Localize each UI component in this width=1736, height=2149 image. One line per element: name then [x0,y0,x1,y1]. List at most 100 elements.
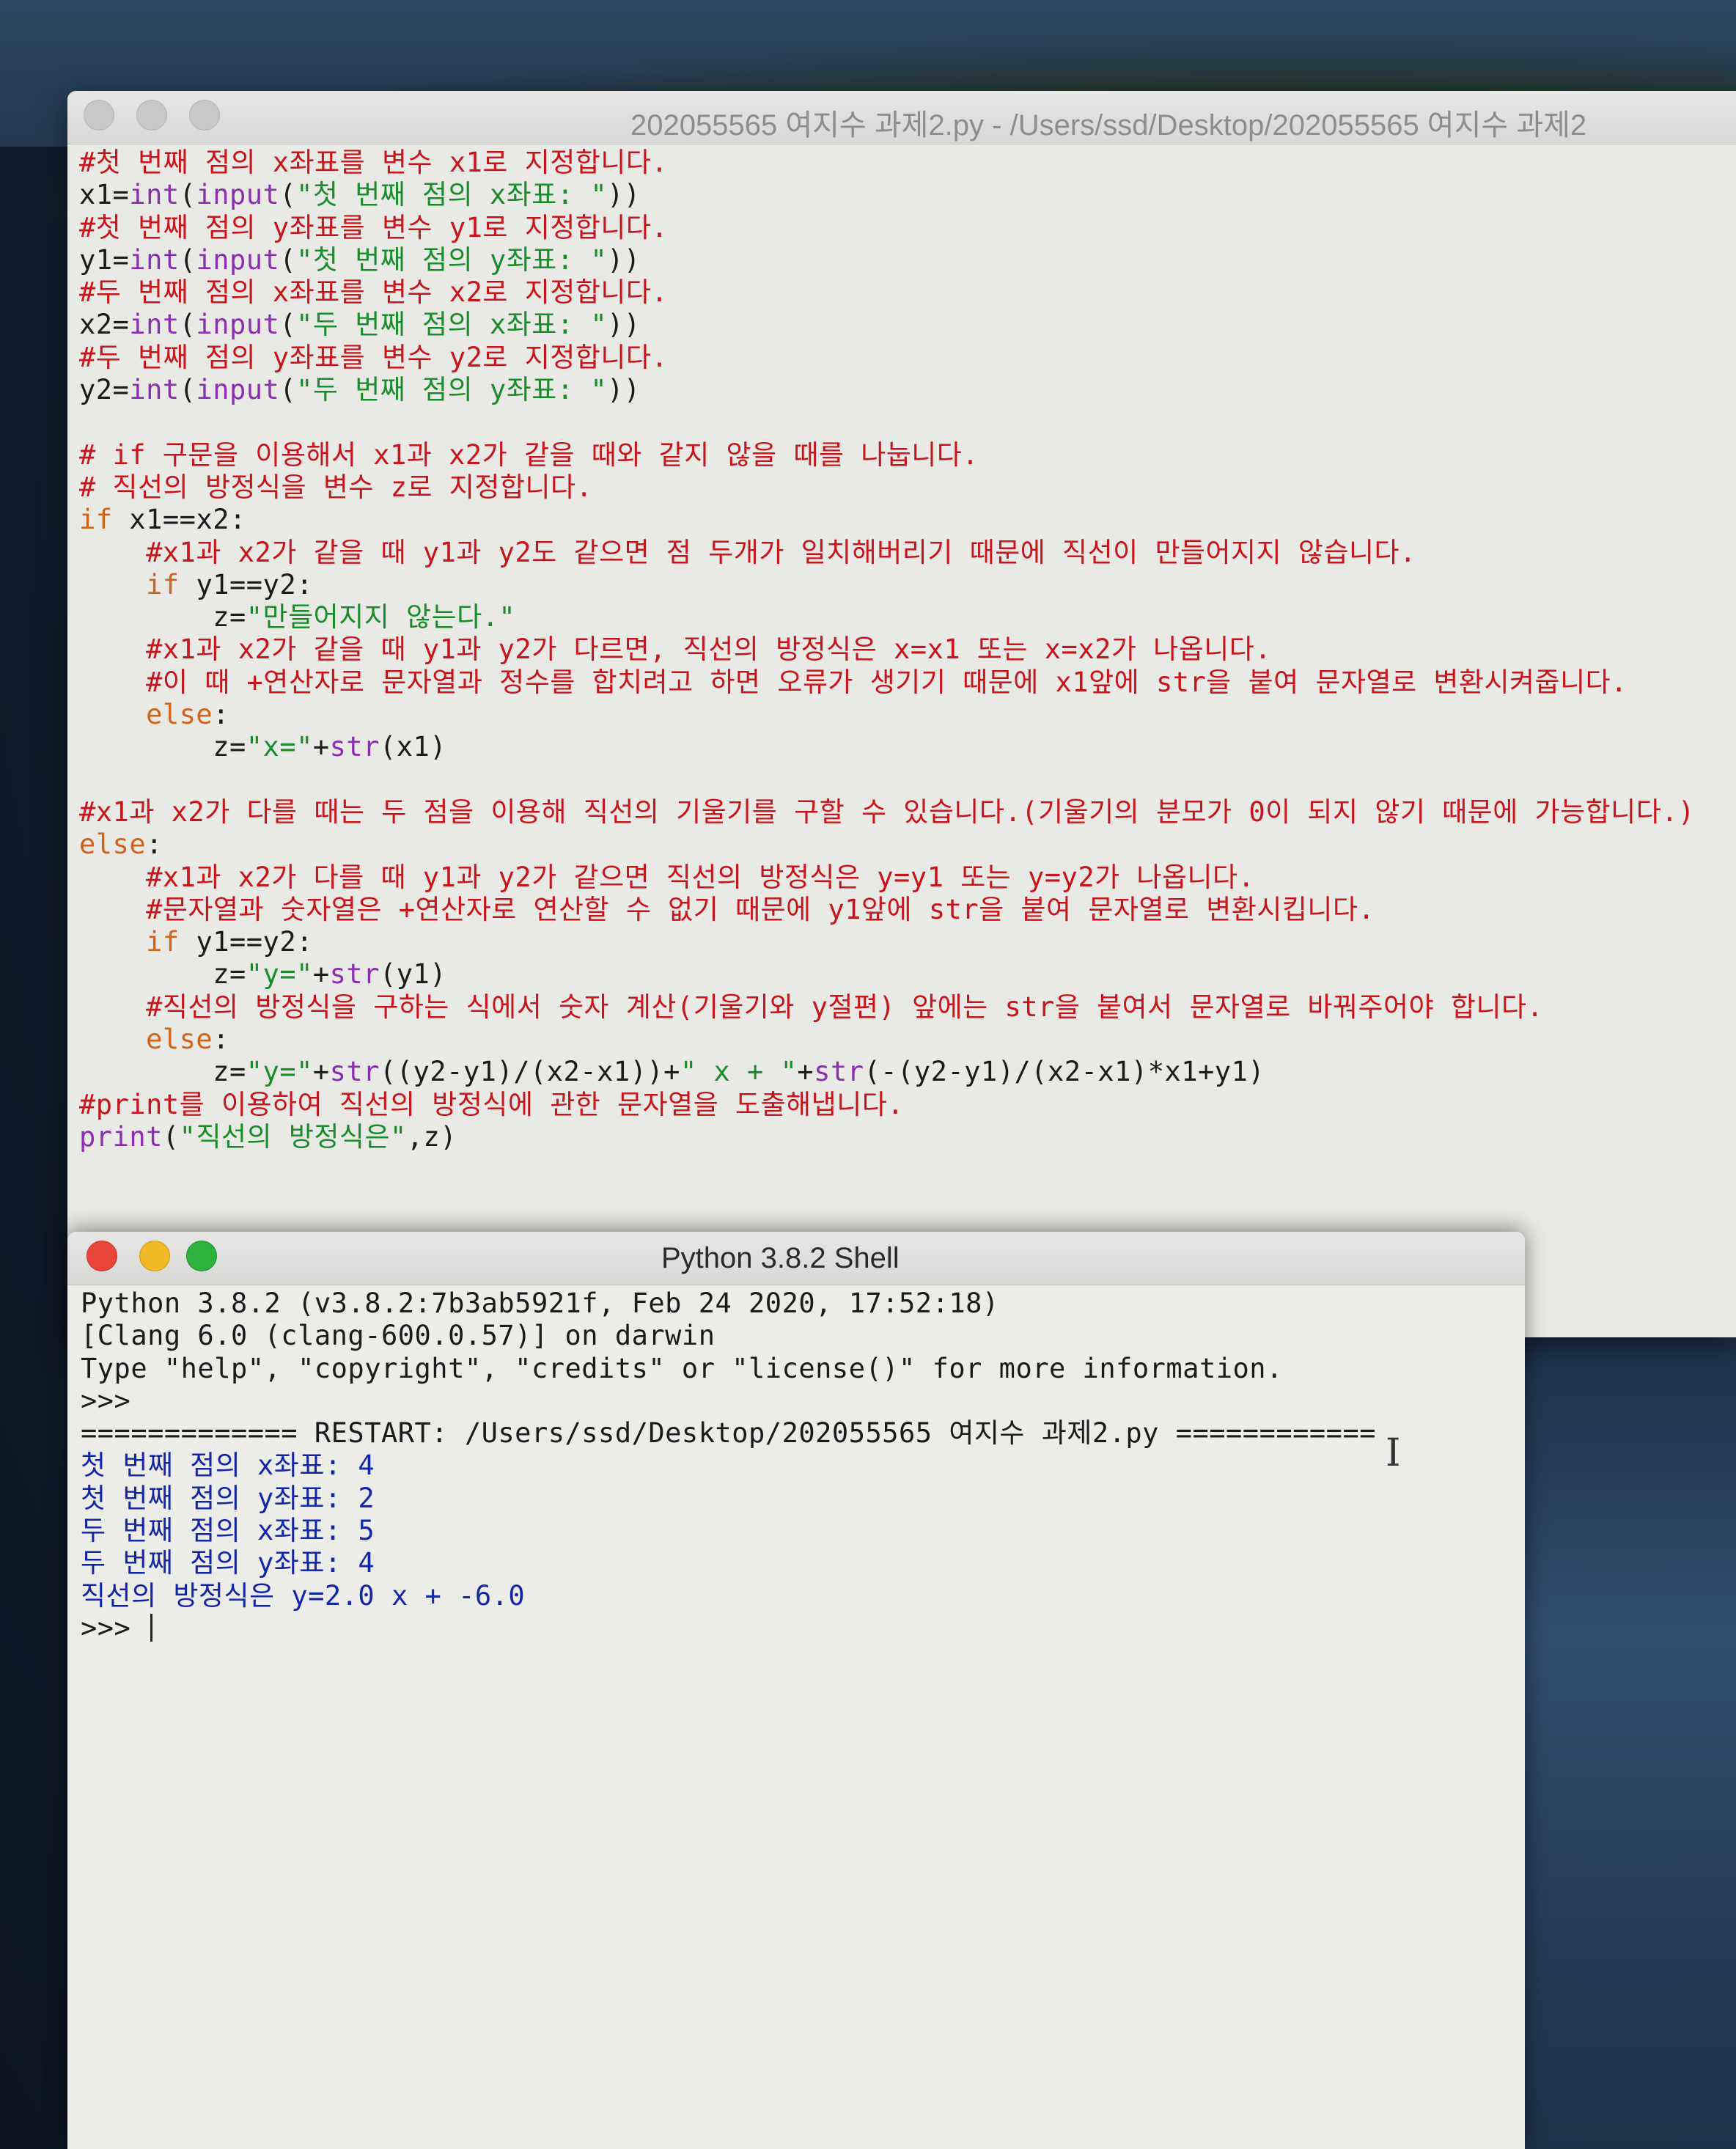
code-token: (-(y2-y1)/(x2-x1)*x1+y1) [864,1056,1265,1088]
zoom-button[interactable] [186,1241,217,1271]
code-line: y2=int(input("두 번째 점의 y좌표: ")) [79,374,1736,406]
code-line: z="만들어지지 않는다." [79,601,1736,633]
editor-titlebar[interactable]: 202055565 여지수 과제2.py - /Users/ssd/Deskto… [67,91,1736,144]
code-token: else [146,1024,213,1056]
code-token: " x + " [680,1056,798,1088]
code-token: ( [179,179,196,211]
code-token: y1==y2: [179,926,313,958]
code-token: ((y2-y1)/(x2-x1))+ [379,1056,680,1088]
minimize-button[interactable] [136,100,167,131]
code-token: ( [279,309,297,341]
code-token: str [329,731,380,763]
code-token: #x1과 x2가 다를 때 y1과 y2가 같으면 직선의 방정식은 y=y1 … [146,861,1255,893]
close-button[interactable] [87,1241,117,1271]
code-token: "y=" [246,1056,313,1088]
code-token: if [146,568,180,600]
minimize-button[interactable] [139,1241,170,1271]
code-token: ( [279,243,297,276]
code-token: #print를 이용하여 직선의 방정식에 관한 문자열을 도출해냅니다. [79,1088,905,1120]
close-button[interactable] [84,100,114,131]
code-token: str [329,1056,380,1088]
code-token: ,z) [406,1120,457,1153]
code-line: z="y="+str((y2-y1)/(x2-x1))+" x + "+str(… [79,1056,1736,1088]
code-token: int [129,179,180,211]
code-token: )) [607,179,641,211]
code-token: )) [607,309,641,341]
code-token: int [129,309,180,341]
code-token: z= [79,958,246,991]
code-token: #첫 번째 점의 x좌표를 변수 x1로 지정합니다. [79,147,669,178]
code-token: if [146,926,180,958]
shell-line: 두 번째 점의 x좌표: 5 [81,1515,375,1547]
code-token: z= [79,1056,246,1088]
code-token: #문자열과 숫자열은 +연산자로 연산할 수 없기 때문에 y1앞에 str을 … [146,893,1375,925]
code-token: if [79,504,113,536]
shell-line: 첫 번째 점의 y좌표: 2 [81,1482,375,1514]
code-line: print("직선의 방정식은",z) [79,1121,1736,1153]
code-line: #이 때 +연산자로 문자열과 정수를 합치려고 하면 오류가 생기기 때문에 … [79,666,1736,699]
code-token: (x1) [379,731,447,763]
code-line: #첫 번째 점의 x좌표를 변수 x1로 지정합니다. [79,147,1736,179]
code-token: #두 번째 점의 y좌표를 변수 y2로 지정합니다. [79,341,669,373]
code-token: z= [79,731,246,763]
code-line: #문자열과 숫자열은 +연산자로 연산할 수 없기 때문에 y1앞에 str을 … [79,894,1736,926]
code-token: input [196,243,280,276]
code-line: #두 번째 점의 y좌표를 변수 y2로 지정합니다. [79,342,1736,374]
code-token: #두 번째 점의 x좌표를 변수 x2로 지정합니다. [79,276,669,309]
code-token: str [814,1056,864,1088]
code-token: # 직선의 방정식을 변수 z로 지정합니다. [79,471,593,503]
code-token: #이 때 +연산자로 문자열과 정수를 합치려고 하면 오류가 생기기 때문에 … [146,666,1628,698]
code-token: # if 구문을 이용해서 x1과 x2가 같을 때와 같지 않을 때를 나눕니… [79,438,979,471]
code-token: : [213,699,229,731]
code-token: "y=" [246,958,313,991]
shell-titlebar[interactable]: Python 3.8.2 Shell [67,1232,1525,1285]
code-line: x1=int(input("첫 번째 점의 x좌표: ")) [79,179,1736,211]
code-line: z="y="+str(y1) [79,958,1736,991]
code-token: else [146,699,213,731]
shell-line: ============= RESTART: /Users/ssd/Deskto… [81,1417,1377,1450]
text-cursor-ibeam-icon: I [1386,1431,1401,1475]
code-token: : [213,1024,229,1056]
code-line: if y1==y2: [79,569,1736,601]
code-token: #x1과 x2가 다를 때는 두 점을 이용해 직선의 기울기를 구할 수 있습… [79,796,1695,828]
shell-line: [Clang 6.0 (clang-600.0.57)] on darwin [81,1320,716,1352]
code-line: z="x="+str(x1) [79,731,1736,763]
code-token: y1==y2: [179,568,313,600]
code-token: ( [279,374,297,406]
code-line: else: [79,829,1736,861]
zoom-button[interactable] [189,100,220,131]
code-token: )) [607,243,641,276]
code-token: + [312,1056,330,1088]
code-line: #x1과 x2가 같을 때 y1과 y2가 다르면, 직선의 방정식은 x=x1… [79,633,1736,666]
code-token: "x=" [246,731,313,763]
code-token: y1= [79,243,130,276]
code-line: else: [79,1024,1736,1056]
code-line: if y1==y2: [79,926,1736,958]
code-editor[interactable]: #첫 번째 점의 x좌표를 변수 x1로 지정합니다. x1=int(input(… [79,147,1736,1153]
code-token: #x1과 x2가 같을 때 y1과 y2도 같으면 점 두개가 일치해버리기 때… [146,536,1416,568]
code-token: : [146,829,163,861]
code-token: ( [179,309,196,341]
code-token: input [196,179,280,211]
code-token: + [312,958,330,991]
code-token: else [79,829,147,861]
code-token: ( [179,374,196,406]
code-token: + [797,1056,814,1088]
shell-prompt-text: >>> [81,1612,148,1644]
code-token: x2= [79,309,130,341]
code-token: "직선의 방정식은" [179,1120,407,1153]
shell-line: 첫 번째 점의 x좌표: 4 [81,1450,375,1482]
editor-window-title: 202055565 여지수 과제2.py - /Users/ssd/Deskto… [630,109,1587,142]
code-line: #첫 번째 점의 y좌표를 변수 y1로 지정합니다. [79,212,1736,244]
code-line: else: [79,699,1736,731]
shell-prompt[interactable]: >>> [81,1612,1525,1645]
shell-output[interactable]: Python 3.8.2 (v3.8.2:7b3ab5921f, Feb 24 … [81,1287,1525,1645]
editor-window: 202055565 여지수 과제2.py - /Users/ssd/Deskto… [67,91,1736,1337]
